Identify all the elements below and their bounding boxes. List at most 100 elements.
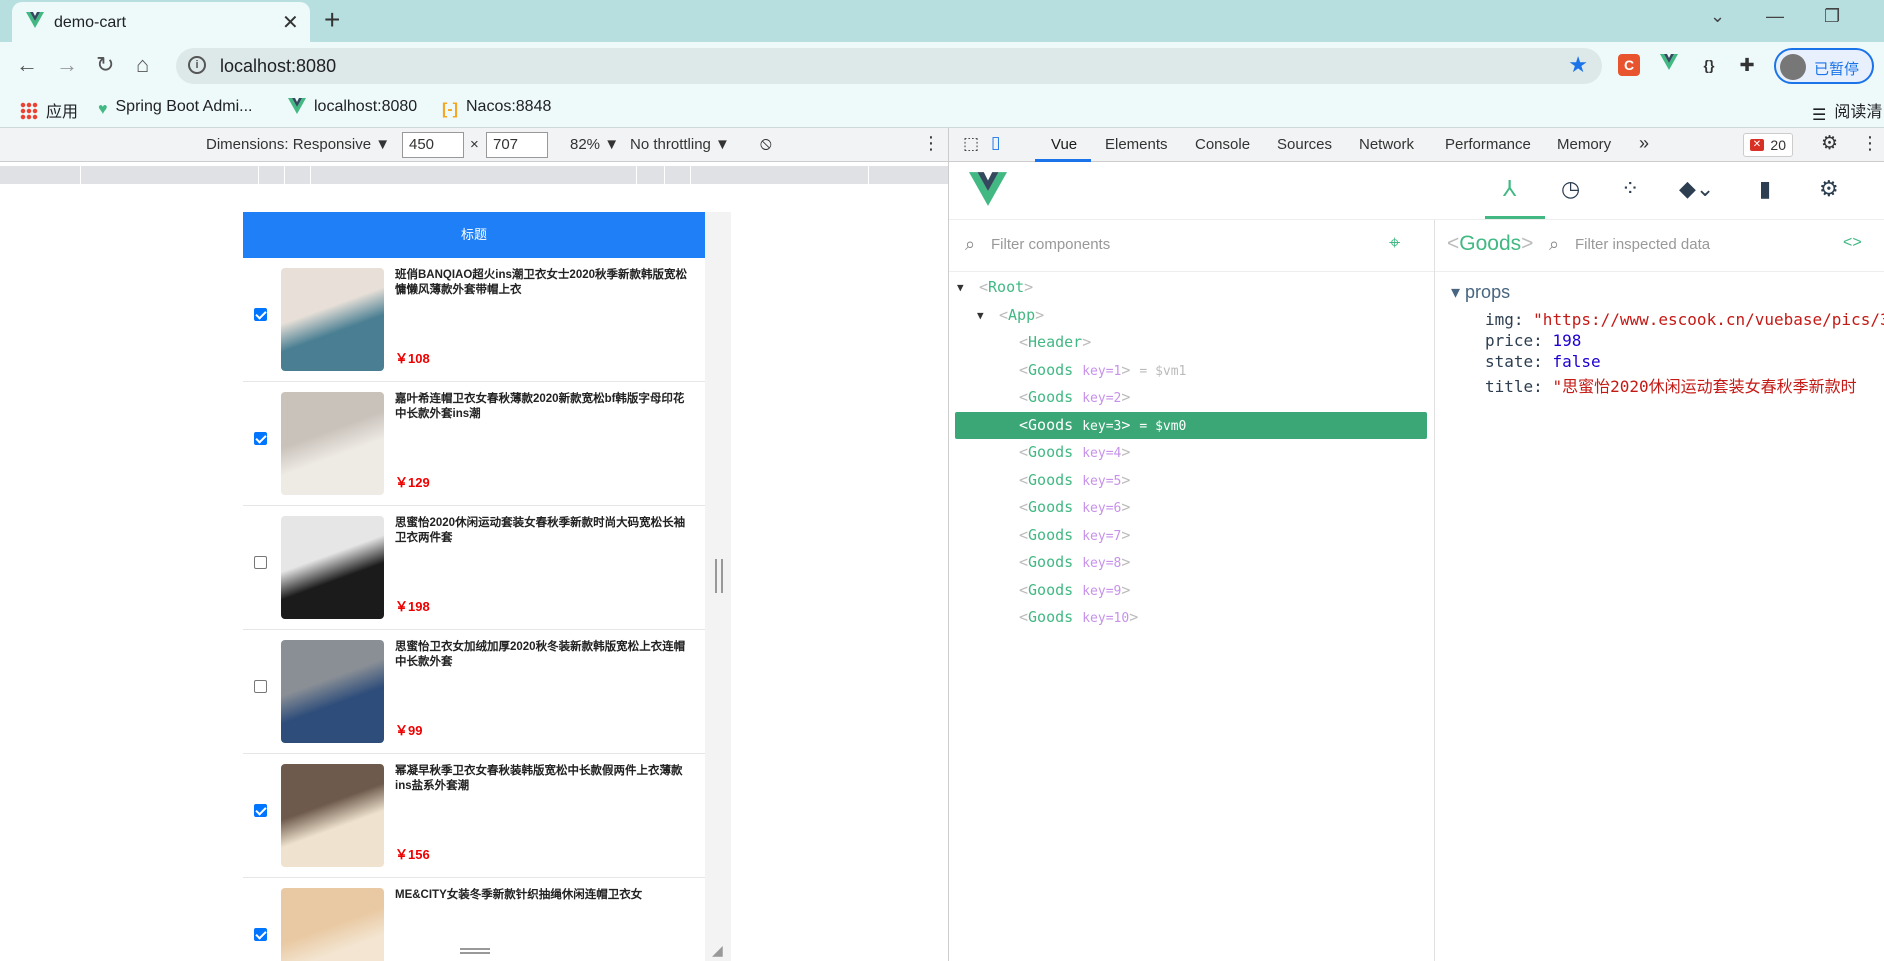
goods-item: 思蜜怡卫衣女加绒加厚2020秋冬装新款韩版宽松上衣连帽中长款外套 ￥99 <box>243 630 705 754</box>
vm-reference: = $vm1 <box>1139 363 1187 379</box>
select-component-target-icon[interactable]: ⌖ <box>1389 232 1400 255</box>
restore-icon[interactable]: ❐ <box>1824 6 1840 27</box>
bookmark-localhost[interactable]: localhost:8080 <box>288 98 417 116</box>
component-key: key=8 <box>1082 556 1122 571</box>
extensions-puzzle-icon[interactable]: ✚ <box>1736 54 1758 76</box>
prop-row[interactable]: title: "思蜜怡2020休闲运动套装女春秋季新款时 <box>1485 373 1857 397</box>
browser-tab[interactable]: demo-cart ✕ <box>12 2 310 42</box>
close-tab-icon[interactable]: ✕ <box>282 10 299 35</box>
reload-icon[interactable]: ↻ <box>96 52 114 78</box>
goods-checkbox[interactable] <box>254 680 267 693</box>
minimize-icon[interactable]: — <box>1766 6 1784 27</box>
bookmark-star-icon[interactable]: ★ <box>1568 52 1588 78</box>
media-query-ruler[interactable] <box>0 166 948 184</box>
component-filter-bar[interactable]: ⌕ Filter components ⌖ <box>949 220 1434 272</box>
tree-node[interactable]: <Goods key=2> <box>955 384 1427 411</box>
prop-row[interactable]: img: "https://www.escook.cn/vuebase/pics… <box>1485 310 1884 329</box>
component-name: Goods <box>1028 498 1074 516</box>
tab-search-icon[interactable]: ⌄ <box>1710 6 1725 27</box>
dimensions-select[interactable]: Dimensions: Responsive ▼ <box>206 136 390 153</box>
home-icon[interactable]: ⌂ <box>136 52 149 78</box>
performance-chart-icon[interactable]: ▮ <box>1759 176 1771 202</box>
tree-node[interactable]: <Goods key=9> <box>955 577 1427 604</box>
tree-node[interactable]: <Goods key=8> <box>955 549 1427 576</box>
goods-checkbox[interactable] <box>254 556 267 569</box>
profile-button[interactable]: 已暂停 <box>1774 48 1874 84</box>
props-section-toggle[interactable]: ▾ props <box>1451 282 1510 303</box>
vue-logo-icon <box>969 172 1007 211</box>
tree-node[interactable]: <Goods key=1> = $vm1 <box>955 357 1427 384</box>
vm-reference: = $vm0 <box>1139 418 1187 434</box>
goods-checkbox[interactable] <box>254 308 267 321</box>
tree-node[interactable]: <Goods key=6> <box>955 494 1427 521</box>
router-icon[interactable]: ◆⌄ <box>1679 176 1714 202</box>
throttling-select[interactable]: No throttling ▼ <box>630 136 730 153</box>
timeline-history-icon[interactable]: ◷ <box>1561 176 1580 202</box>
tree-node[interactable]: <Goods key=3> = $vm0 <box>955 411 1427 439</box>
tab-network[interactable]: Network <box>1359 136 1414 153</box>
vue-settings-icon[interactable]: ⚙ <box>1819 176 1839 202</box>
tree-node[interactable]: <Goods key=10> <box>955 604 1427 631</box>
back-icon[interactable]: ← <box>16 52 38 78</box>
active-tool-indicator <box>1485 216 1545 219</box>
width-input[interactable]: 450 <box>402 132 464 158</box>
bookmark-spring-boot-admin[interactable]: ♥ Spring Boot Admi... <box>98 98 252 119</box>
tree-node[interactable]: <Goods key=5> <box>955 467 1427 494</box>
goods-title: 思蜜怡卫衣女加绒加厚2020秋冬装新款韩版宽松上衣连帽中长款外套 <box>395 641 686 668</box>
expand-arrow-icon[interactable]: ▼ <box>957 274 964 301</box>
goods-price: ￥129 <box>395 475 430 490</box>
tab-sources[interactable]: Sources <box>1277 136 1332 153</box>
prop-key: title <box>1485 377 1534 396</box>
tree-node[interactable]: <Goods key=7> <box>955 522 1427 549</box>
goods-checkbox[interactable] <box>254 804 267 817</box>
rotate-icon[interactable]: ⦸ <box>760 133 772 154</box>
extension-c-icon[interactable]: C <box>1618 54 1640 76</box>
site-info-icon[interactable]: i <box>188 56 206 74</box>
goods-title: 幂凝早秋季卫衣女春秋装韩版宽松中长款假两件上衣薄款ins盐系外套潮 <box>395 765 683 792</box>
tab-console[interactable]: Console <box>1195 136 1250 153</box>
tree-node[interactable]: <Header> <box>955 329 1427 356</box>
goods-item: 幂凝早秋季卫衣女春秋装韩版宽松中长款假两件上衣薄款ins盐系外套潮 ￥156 <box>243 754 705 878</box>
open-source-code-icon[interactable]: <> <box>1843 234 1862 252</box>
goods-checkbox[interactable] <box>254 928 267 941</box>
more-options-icon[interactable]: ⋮ <box>922 133 940 154</box>
reading-list-button[interactable]: ☰ 阅读清 <box>1812 98 1882 124</box>
times-sign: × <box>470 136 479 153</box>
devtools-menu-icon[interactable]: ⋮ <box>1861 133 1879 154</box>
vue-devtools-extension-icon[interactable] <box>1658 54 1680 76</box>
tab-performance[interactable]: Performance <box>1445 136 1531 153</box>
device-toolbar: Dimensions: Responsive ▼ 450 × 707 82% ▼… <box>0 128 948 162</box>
tab-elements[interactable]: Elements <box>1105 136 1168 153</box>
zoom-select[interactable]: 82% ▼ <box>570 136 619 153</box>
bookmark-nacos[interactable]: [-] Nacos:8848 <box>442 98 551 119</box>
resize-corner-icon[interactable]: ◢ <box>712 942 723 959</box>
inspect-element-icon[interactable]: ⬚ <box>963 134 979 154</box>
settings-gear-icon[interactable]: ⚙ <box>1821 132 1838 155</box>
tab-vue[interactable]: Vue <box>1051 136 1077 153</box>
prop-row[interactable]: state: false <box>1485 352 1601 371</box>
resize-handle-bottom[interactable] <box>460 948 490 954</box>
device-toggle-icon[interactable]: ▯ <box>991 133 1000 153</box>
new-tab-button[interactable]: + <box>324 6 340 34</box>
more-tabs-button[interactable]: » <box>1639 133 1649 154</box>
goods-checkbox[interactable] <box>254 432 267 445</box>
prop-row[interactable]: price: 198 <box>1485 331 1581 350</box>
filter-components-input[interactable]: Filter components <box>991 236 1110 253</box>
tab-memory[interactable]: Memory <box>1557 136 1611 153</box>
tree-node[interactable]: ▼ <Root> <box>955 274 1427 301</box>
height-input[interactable]: 707 <box>486 132 548 158</box>
forward-icon[interactable]: → <box>56 52 78 78</box>
json-extension-icon[interactable]: {} <box>1698 54 1720 76</box>
tree-node[interactable]: <Goods key=4> <box>955 439 1427 466</box>
filter-inspected-input[interactable]: Filter inspected data <box>1575 236 1710 253</box>
address-bar[interactable]: i localhost:8080 ★ <box>176 48 1602 84</box>
resize-handle-right[interactable] <box>715 559 723 593</box>
goods-item: 班俏BANQIAO超火ins潮卫衣女士2020秋季新款韩版宽松慵懒风薄款外套带帽… <box>243 258 705 382</box>
vuex-store-icon[interactable]: ⁘ <box>1621 176 1639 202</box>
tree-node[interactable]: ▼ <App> <box>955 302 1427 329</box>
components-tree-icon[interactable]: ⅄ <box>1503 176 1516 202</box>
error-count-badge[interactable]: ✕ 20 <box>1743 133 1793 157</box>
bookmark-apps[interactable]: 应用 <box>20 98 78 122</box>
expand-arrow-icon[interactable]: ▼ <box>977 302 984 329</box>
component-key: key=4 <box>1082 446 1122 461</box>
